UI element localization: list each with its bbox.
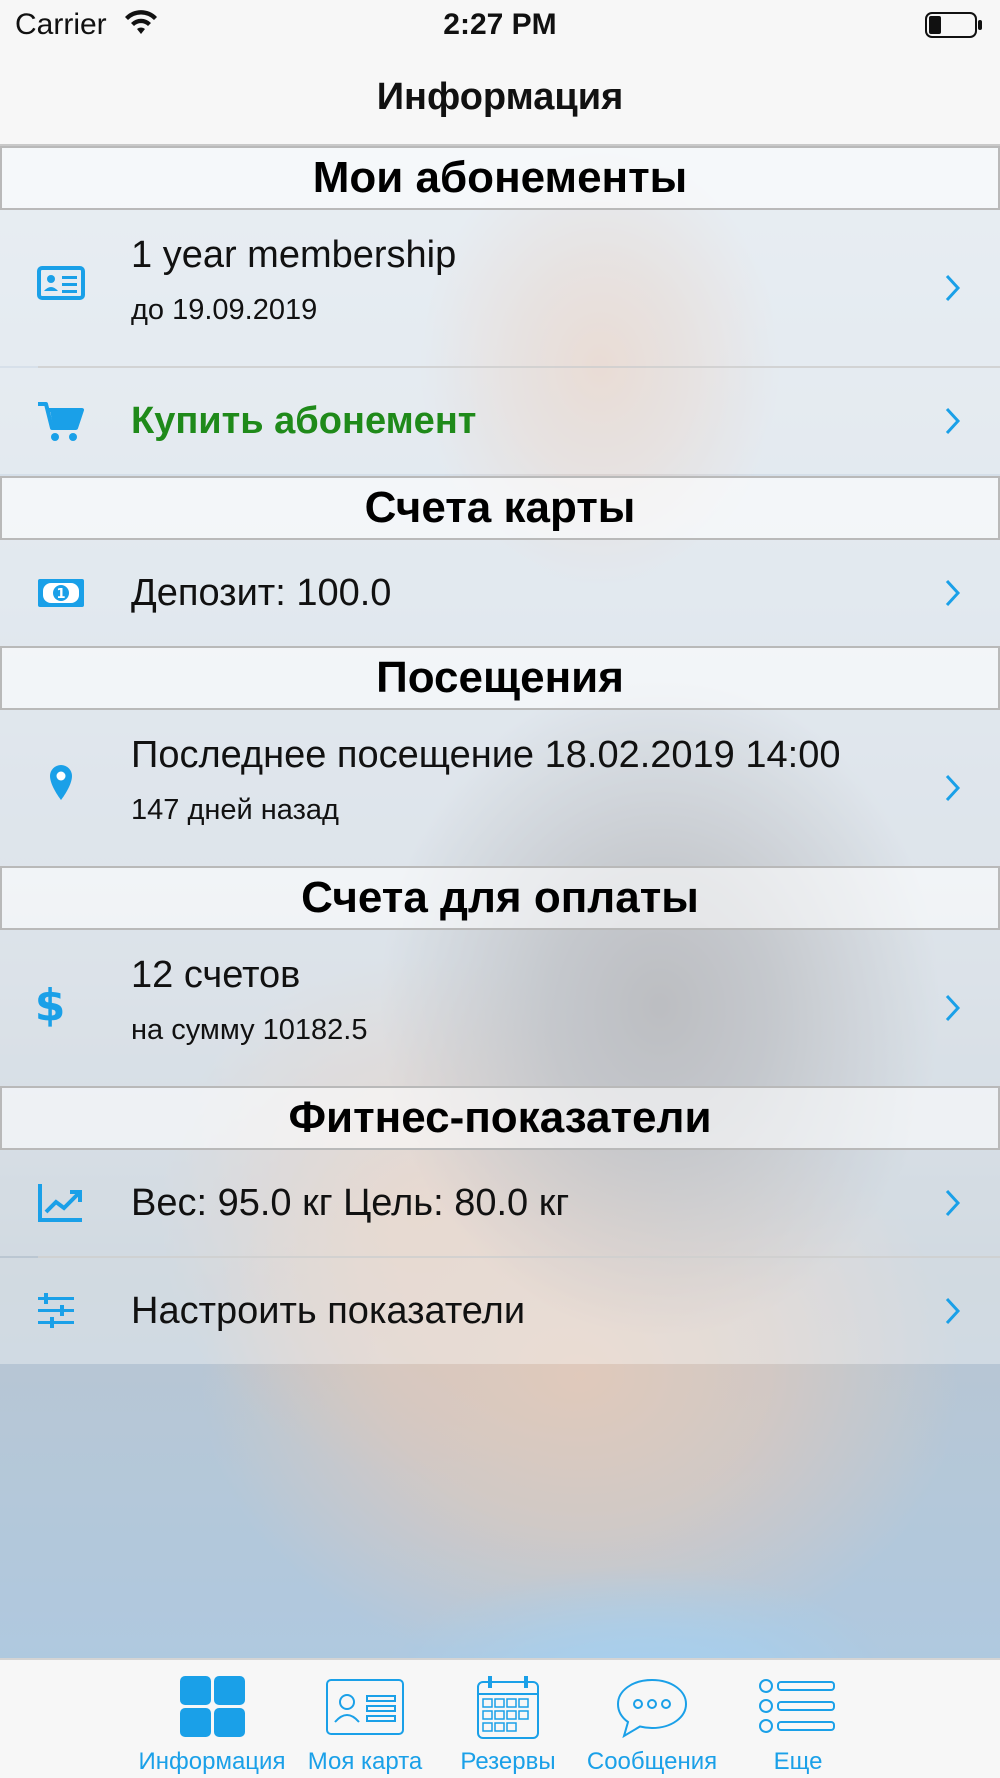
chat-bubble-icon xyxy=(612,1676,692,1740)
deposit-label: Депозит: 100.0 xyxy=(131,572,392,614)
last-visit-row[interactable]: Последнее посещение 18.02.2019 14:00 147… xyxy=(0,710,1000,866)
invoices-row[interactable]: $ 12 счетов на сумму 10182.5 xyxy=(0,930,1000,1086)
deposit-row[interactable]: 1 Депозит: 100.0 xyxy=(0,540,1000,646)
list-icon xyxy=(758,1676,838,1740)
invoices-total: на сумму 10182.5 xyxy=(131,1014,368,1046)
tab-label: Информация xyxy=(138,1748,286,1775)
invoices-count: 12 счетов xyxy=(131,954,301,996)
grid-icon xyxy=(172,1676,252,1740)
status-bar: Carrier 2:27 PM xyxy=(0,0,1000,52)
section-header-fitness: Фитнес-показатели xyxy=(0,1086,1000,1150)
tab-label: Моя карта xyxy=(307,1748,423,1775)
chevron-right-icon xyxy=(944,273,962,303)
tab-messages[interactable]: Сообщения xyxy=(582,1660,722,1778)
buy-membership-label: Купить абонемент xyxy=(131,400,477,442)
calendar-icon xyxy=(468,1676,548,1740)
clock: 2:27 PM xyxy=(443,8,557,41)
section-header-card-accounts: Счета карты xyxy=(0,476,1000,540)
tab-bar: Информация Моя карта Резервы Сообщения Е… xyxy=(0,1658,1000,1778)
chevron-right-icon xyxy=(944,1188,962,1218)
weight-row[interactable]: Вес: 95.0 кг Цель: 80.0 кг xyxy=(0,1150,1000,1256)
chevron-right-icon xyxy=(944,993,962,1023)
chevron-right-icon xyxy=(944,1296,962,1326)
chart-line-icon xyxy=(36,1178,86,1228)
tab-information[interactable]: Информация xyxy=(132,1660,292,1778)
last-visit-days-ago: 147 дней назад xyxy=(131,794,339,826)
membership-row[interactable]: 1 year membership до 19.09.2019 xyxy=(0,210,1000,366)
tab-label: Резервы xyxy=(460,1748,556,1775)
weight-label: Вес: 95.0 кг Цель: 80.0 кг xyxy=(131,1182,570,1224)
location-pin-icon xyxy=(36,760,86,810)
money-icon: 1 xyxy=(36,568,86,618)
section-header-visits: Посещения xyxy=(0,646,1000,710)
svg-text:1: 1 xyxy=(56,587,65,602)
tab-reservations[interactable]: Резервы xyxy=(448,1660,568,1778)
cart-icon xyxy=(36,396,86,446)
svg-text:$: $ xyxy=(36,980,65,1030)
id-card-icon xyxy=(36,258,86,308)
buy-membership-row[interactable]: Купить абонемент xyxy=(0,368,1000,474)
content-area[interactable]: Мои абонементы 1 year membership до 19.0… xyxy=(0,146,1000,1658)
tab-label: Сообщения xyxy=(586,1748,718,1775)
navigation-bar: Информация xyxy=(0,52,1000,146)
page-title: Информация xyxy=(376,76,624,118)
section-header-subscriptions: Мои абонементы xyxy=(0,146,1000,210)
tab-label: Еще xyxy=(773,1748,823,1775)
sliders-icon xyxy=(36,1286,86,1336)
chevron-right-icon xyxy=(944,406,962,436)
battery-icon xyxy=(925,12,983,38)
membership-title: 1 year membership xyxy=(131,234,457,276)
id-card-icon xyxy=(325,1676,405,1740)
chevron-right-icon xyxy=(944,773,962,803)
section-header-invoices: Счета для оплаты xyxy=(0,866,1000,930)
last-visit-title: Последнее посещение 18.02.2019 14:00 xyxy=(131,734,841,776)
configure-metrics-label: Настроить показатели xyxy=(131,1290,526,1332)
chevron-right-icon xyxy=(944,578,962,608)
membership-expiry: до 19.09.2019 xyxy=(131,294,318,326)
tab-my-card[interactable]: Моя карта xyxy=(300,1660,430,1778)
configure-metrics-row[interactable]: Настроить показатели xyxy=(0,1258,1000,1364)
tab-more[interactable]: Еще xyxy=(740,1660,856,1778)
dollar-icon: $ xyxy=(35,980,86,1031)
